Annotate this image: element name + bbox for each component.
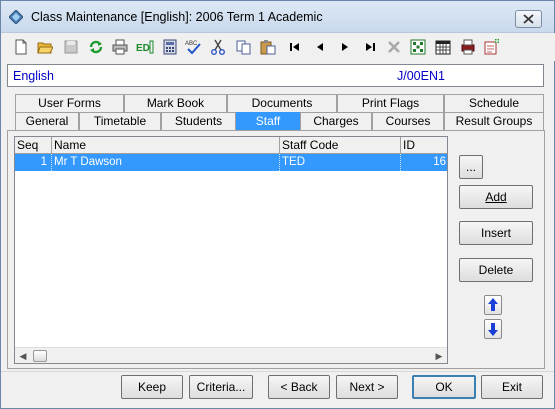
subject-name: English	[13, 69, 54, 83]
scroll-thumb[interactable]	[33, 350, 47, 362]
tab-print-flags[interactable]: Print Flags	[337, 94, 444, 113]
table-row[interactable]: 1 Mr T Dawson TED 16	[15, 154, 447, 171]
calendar-icon[interactable]	[435, 39, 451, 55]
next-record-icon[interactable]	[337, 39, 353, 55]
class-code: J/00EN1	[397, 69, 445, 83]
back-button[interactable]: < Back	[268, 375, 330, 399]
spellcheck-icon[interactable]: ABC	[185, 39, 201, 55]
tab-staff[interactable]: Staff	[236, 112, 300, 131]
column-header-staff-code[interactable]: Staff Code	[280, 137, 401, 154]
open-icon[interactable]	[37, 39, 53, 55]
print-icon[interactable]	[112, 39, 128, 55]
add-button-label: Add	[485, 190, 507, 204]
print-preview-icon[interactable]	[460, 39, 476, 55]
insert-button[interactable]: Insert	[459, 221, 533, 245]
grid-header: Seq Name Staff Code ID	[15, 137, 447, 154]
class-info-bar: English J/00EN1	[7, 64, 544, 87]
app-diamond-icon	[9, 10, 23, 24]
keep-button[interactable]: Keep	[121, 375, 183, 399]
previous-record-icon[interactable]	[312, 39, 328, 55]
edit-note-icon[interactable]	[484, 39, 500, 55]
tab-charges[interactable]: Charges	[300, 112, 372, 131]
new-icon[interactable]	[13, 39, 29, 55]
last-record-icon[interactable]	[362, 39, 378, 55]
tab-students[interactable]: Students	[161, 112, 236, 131]
toolbar: ED ABC	[2, 33, 555, 61]
save-icon[interactable]	[63, 39, 79, 55]
tab-documents[interactable]: Documents	[227, 94, 337, 113]
svg-text:ABC: ABC	[185, 41, 198, 47]
tab-courses[interactable]: Courses	[372, 112, 444, 131]
copy-icon[interactable]	[236, 39, 252, 55]
add-button[interactable]: Add	[459, 185, 533, 209]
close-icon	[523, 14, 534, 24]
scroll-left-icon[interactable]: ◀	[17, 350, 29, 362]
tab-timetable[interactable]: Timetable	[79, 112, 161, 131]
close-button[interactable]	[515, 10, 542, 28]
cell-name[interactable]: Mr T Dawson	[52, 154, 280, 171]
tab-user-forms[interactable]: User Forms	[15, 94, 124, 113]
exit-button[interactable]: Exit	[481, 375, 543, 399]
tab-mark-book[interactable]: Mark Book	[124, 94, 227, 113]
cut-icon[interactable]	[210, 39, 226, 55]
column-header-name[interactable]: Name	[52, 137, 280, 154]
scroll-right-icon[interactable]: ▶	[433, 350, 445, 362]
arrow-down-icon	[488, 323, 498, 336]
refresh-icon[interactable]	[88, 39, 104, 55]
delete-button[interactable]: Delete	[459, 258, 533, 282]
paste-icon[interactable]	[260, 39, 276, 55]
cell-staff-code[interactable]: TED	[280, 154, 401, 171]
tab-result-groups[interactable]: Result Groups	[444, 112, 544, 131]
next-button[interactable]: Next >	[336, 375, 398, 399]
more-options-button[interactable]: ...	[459, 155, 483, 179]
tab-schedule[interactable]: Schedule	[444, 94, 544, 113]
horizontal-scrollbar[interactable]: ◀ ▶	[15, 347, 447, 363]
column-header-seq[interactable]: Seq	[15, 137, 52, 154]
move-up-button[interactable]	[484, 295, 502, 315]
calculator-icon[interactable]	[162, 39, 178, 55]
find-icon[interactable]	[410, 39, 426, 55]
bottom-separator	[1, 371, 554, 372]
tab-general[interactable]: General	[15, 112, 79, 131]
window-title: Class Maintenance [English]: 2006 Term 1…	[31, 10, 323, 24]
arrow-up-icon	[488, 298, 498, 311]
cell-seq[interactable]: 1	[15, 154, 52, 171]
criteria-button[interactable]: Criteria...	[189, 375, 253, 399]
class-maintenance-window: Class Maintenance [English]: 2006 Term 1…	[0, 0, 555, 409]
column-header-id[interactable]: ID	[401, 137, 447, 154]
move-down-button[interactable]	[484, 319, 502, 339]
edit-id-icon[interactable]: ED	[136, 39, 154, 55]
first-record-icon[interactable]	[287, 39, 303, 55]
svg-text:ED: ED	[136, 43, 150, 54]
delete-icon[interactable]	[386, 39, 402, 55]
title-bar[interactable]: Class Maintenance [English]: 2006 Term 1…	[1, 1, 554, 33]
cell-id[interactable]: 16	[401, 154, 447, 171]
staff-grid[interactable]: Seq Name Staff Code ID 1 Mr T Dawson TED…	[14, 136, 448, 364]
ok-button[interactable]: OK	[412, 375, 476, 399]
